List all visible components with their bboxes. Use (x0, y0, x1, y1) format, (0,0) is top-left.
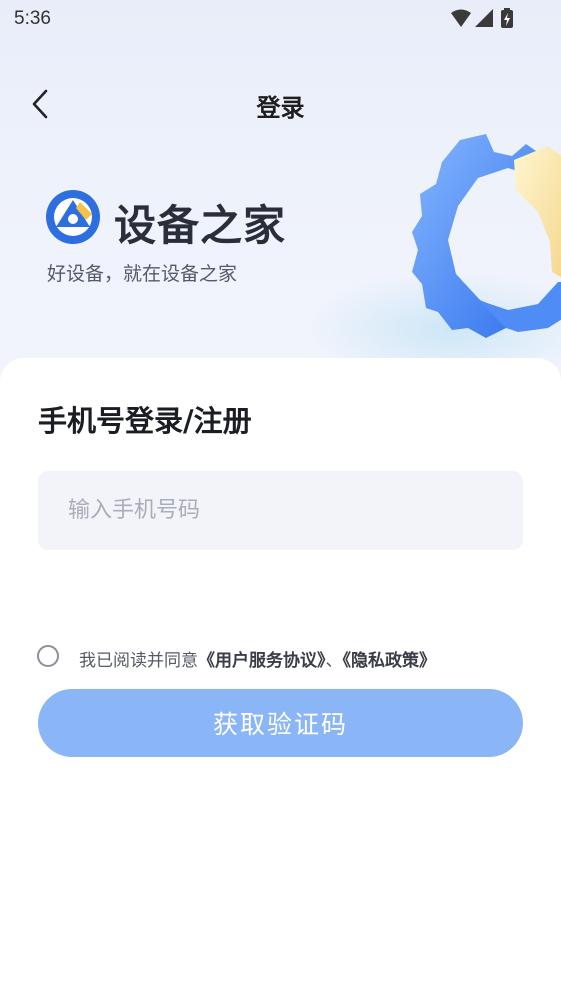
terms-link[interactable]: 《用户服务协议》 (198, 651, 326, 671)
gear-logo-icon (46, 190, 100, 244)
nav-bar: 登录 (0, 80, 561, 128)
wifi-icon (451, 9, 471, 27)
login-card (0, 358, 561, 999)
status-icons (451, 8, 513, 28)
form-title: 手机号登录/注册 (38, 404, 252, 438)
status-time: 5:36 (14, 8, 51, 29)
status-bar: 5:36 (0, 0, 561, 38)
battery-charging-icon (501, 8, 513, 28)
page-title: 登录 (256, 94, 305, 122)
gear-illustration-icon (412, 134, 561, 338)
agreement-prefix: 我已阅读并同意 (79, 651, 198, 671)
privacy-link[interactable]: 《隐私政策》 (343, 651, 437, 671)
agreement-separator: 、 (325, 651, 343, 671)
cell-signal-icon (475, 9, 493, 27)
agreement-text: 我已阅读并同意《用户服务协议》、《隐私政策》 (79, 646, 436, 671)
brand-slogan: 好设备，就在设备之家 (47, 263, 238, 285)
agreement-row: 我已阅读并同意《用户服务协议》、《隐私政策》 (37, 645, 517, 671)
phone-input[interactable] (38, 471, 523, 550)
get-code-button[interactable]: 获取验证码 (38, 689, 523, 757)
hero-header: 5:36 登录 设备之家 好设备，就在设备之家 (0, 0, 561, 400)
agreement-checkbox[interactable] (37, 645, 59, 667)
brand-name: 设备之家 (114, 201, 287, 250)
